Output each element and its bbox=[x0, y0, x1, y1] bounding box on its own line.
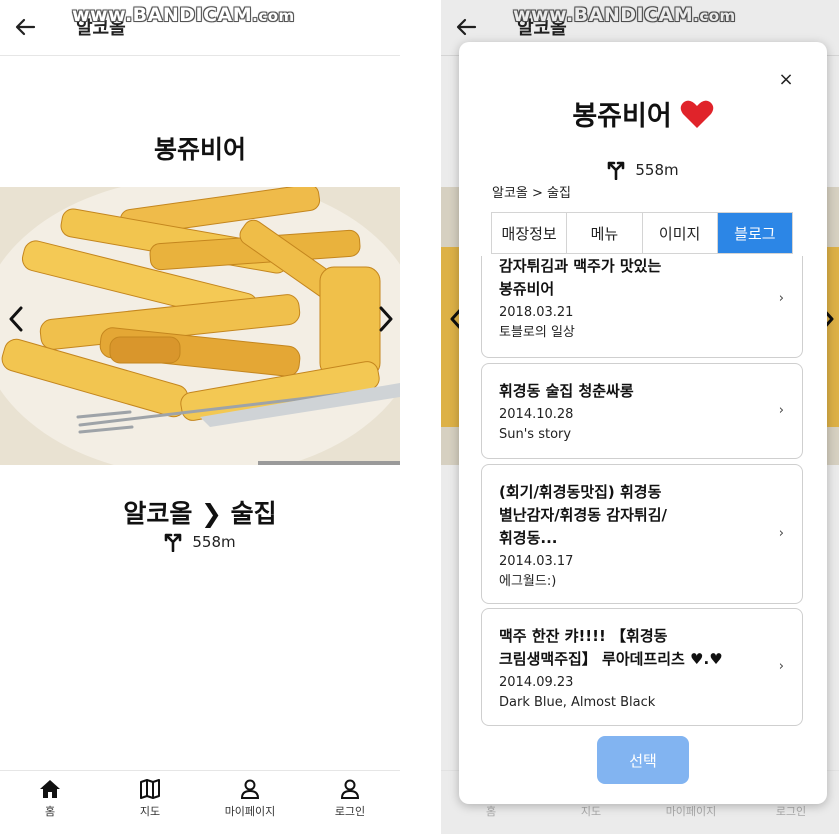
blog-date: 2014.03.17 bbox=[499, 554, 574, 569]
store-photo bbox=[0, 187, 400, 465]
heart-icon[interactable] bbox=[680, 99, 714, 129]
nav-map[interactable]: 지도 bbox=[100, 771, 200, 834]
distance-label: 558m bbox=[635, 161, 679, 179]
chevron-right-icon: › bbox=[778, 403, 784, 418]
blog-card[interactable]: 휘경동 술집 청춘싸롱 2014.10.28 Sun's story › bbox=[481, 363, 803, 459]
tab-blog[interactable]: 블로그 bbox=[717, 213, 792, 253]
nav-map-label: 지도 bbox=[139, 805, 161, 818]
store-category: 알코올 > 술집 bbox=[492, 186, 571, 201]
modal-store-name: 봉쥬비어 bbox=[572, 101, 672, 132]
blog-title: 감자튀김과 맥주가 맛있는 봉쥬비어 bbox=[499, 257, 662, 298]
tab-images[interactable]: 이미지 bbox=[642, 213, 718, 253]
home-icon bbox=[40, 780, 60, 798]
person-icon bbox=[340, 779, 360, 799]
blog-card[interactable]: (회기/휘경동맛집) 휘경동 별난감자/휘경동 감자튀김/ 휘경동... 201… bbox=[481, 464, 803, 604]
directions-icon bbox=[608, 161, 625, 180]
blog-source: Sun's story bbox=[499, 427, 572, 442]
map-icon bbox=[140, 779, 160, 799]
store-info-modal: × 봉쥬비어 558m 알코올 > 술집 매장정보 메뉴 이미지 블로그 감자튀… bbox=[459, 42, 827, 804]
close-button[interactable]: × bbox=[775, 68, 797, 90]
blog-source: 에그월드:) bbox=[499, 574, 557, 589]
close-icon: × bbox=[778, 68, 794, 90]
blog-source: 토블로의 일상 bbox=[499, 325, 575, 340]
store-category: 알코올 ❯ 술집 bbox=[123, 499, 277, 528]
nav-home[interactable]: 홈 bbox=[0, 771, 100, 834]
watermark: www.BANDICAM.com bbox=[72, 4, 295, 26]
carousel-next-button[interactable] bbox=[372, 299, 400, 339]
nav-login[interactable]: 로그인 bbox=[300, 771, 400, 834]
bottom-nav: 홈 지도 마이페이지 로그인 bbox=[0, 770, 400, 834]
distance-label: 558m bbox=[192, 533, 236, 551]
blog-title: (회기/휘경동맛집) 휘경동 별난감자/휘경동 감자튀김/ 휘경동... bbox=[499, 483, 667, 547]
chevron-right-icon: › bbox=[778, 659, 784, 674]
modal-tabs: 매장정보 메뉴 이미지 블로그 bbox=[491, 212, 793, 254]
blog-card[interactable]: 감자튀김과 맥주가 맛있는 봉쥬비어 2018.03.21 토블로의 일상 › bbox=[481, 256, 803, 358]
nav-home-label: 홈 bbox=[44, 805, 56, 818]
store-name: 봉쥬비어 bbox=[153, 135, 246, 164]
blog-source: Dark Blue, Almost Black bbox=[499, 695, 656, 710]
distance-row: 558m bbox=[0, 532, 400, 552]
blog-title: 휘경동 술집 청춘싸롱 bbox=[499, 382, 634, 400]
blog-date: 2018.03.21 bbox=[499, 305, 574, 320]
distance-row: 558m bbox=[459, 160, 827, 180]
fries-image bbox=[0, 187, 400, 465]
blog-list[interactable]: 감자튀김과 맥주가 맛있는 봉쥬비어 2018.03.21 토블로의 일상 › … bbox=[481, 256, 805, 726]
select-button[interactable]: 선택 bbox=[597, 736, 689, 784]
carousel-progress bbox=[258, 461, 400, 465]
tab-menu[interactable]: 메뉴 bbox=[567, 213, 643, 253]
blog-card[interactable]: 맥주 한잔 캬!!!! 【휘경동 크림생맥주집】 루아데프리츠 ♥.♥ 2014… bbox=[481, 608, 803, 726]
back-button[interactable] bbox=[10, 12, 40, 42]
chevron-right-icon: › bbox=[778, 526, 784, 541]
store-detail-modal-screen: 알코올 www.BANDICAM.com 홈 지도 마이페이지 로그인 × 봉쥬… bbox=[441, 0, 839, 834]
nav-mypage-label: 마이페이지 bbox=[224, 805, 276, 818]
nav-login-label: 로그인 bbox=[334, 805, 366, 818]
modal-title: 봉쥬비어 bbox=[459, 94, 827, 133]
blog-title: 맥주 한잔 캬!!!! 【휘경동 크림생맥주집】 루아데프리츠 ♥.♥ bbox=[499, 627, 723, 668]
chevron-left-icon bbox=[9, 306, 23, 332]
blog-date: 2014.09.23 bbox=[499, 675, 574, 690]
chevron-right-icon bbox=[379, 306, 393, 332]
carousel-prev-button[interactable] bbox=[2, 299, 30, 339]
arrow-left-icon bbox=[15, 18, 36, 36]
app-bar: 알코올 www.BANDICAM.com bbox=[0, 0, 400, 56]
chevron-right-icon: › bbox=[778, 291, 784, 306]
blog-date: 2014.10.28 bbox=[499, 407, 574, 422]
nav-mypage[interactable]: 마이페이지 bbox=[200, 771, 300, 834]
store-detail-screen: 알코올 www.BANDICAM.com 봉쥬비어 알코올 ❯ 술집 558m … bbox=[0, 0, 400, 834]
directions-icon bbox=[165, 533, 182, 552]
person-icon bbox=[240, 779, 260, 799]
tab-store-info[interactable]: 매장정보 bbox=[492, 213, 568, 253]
